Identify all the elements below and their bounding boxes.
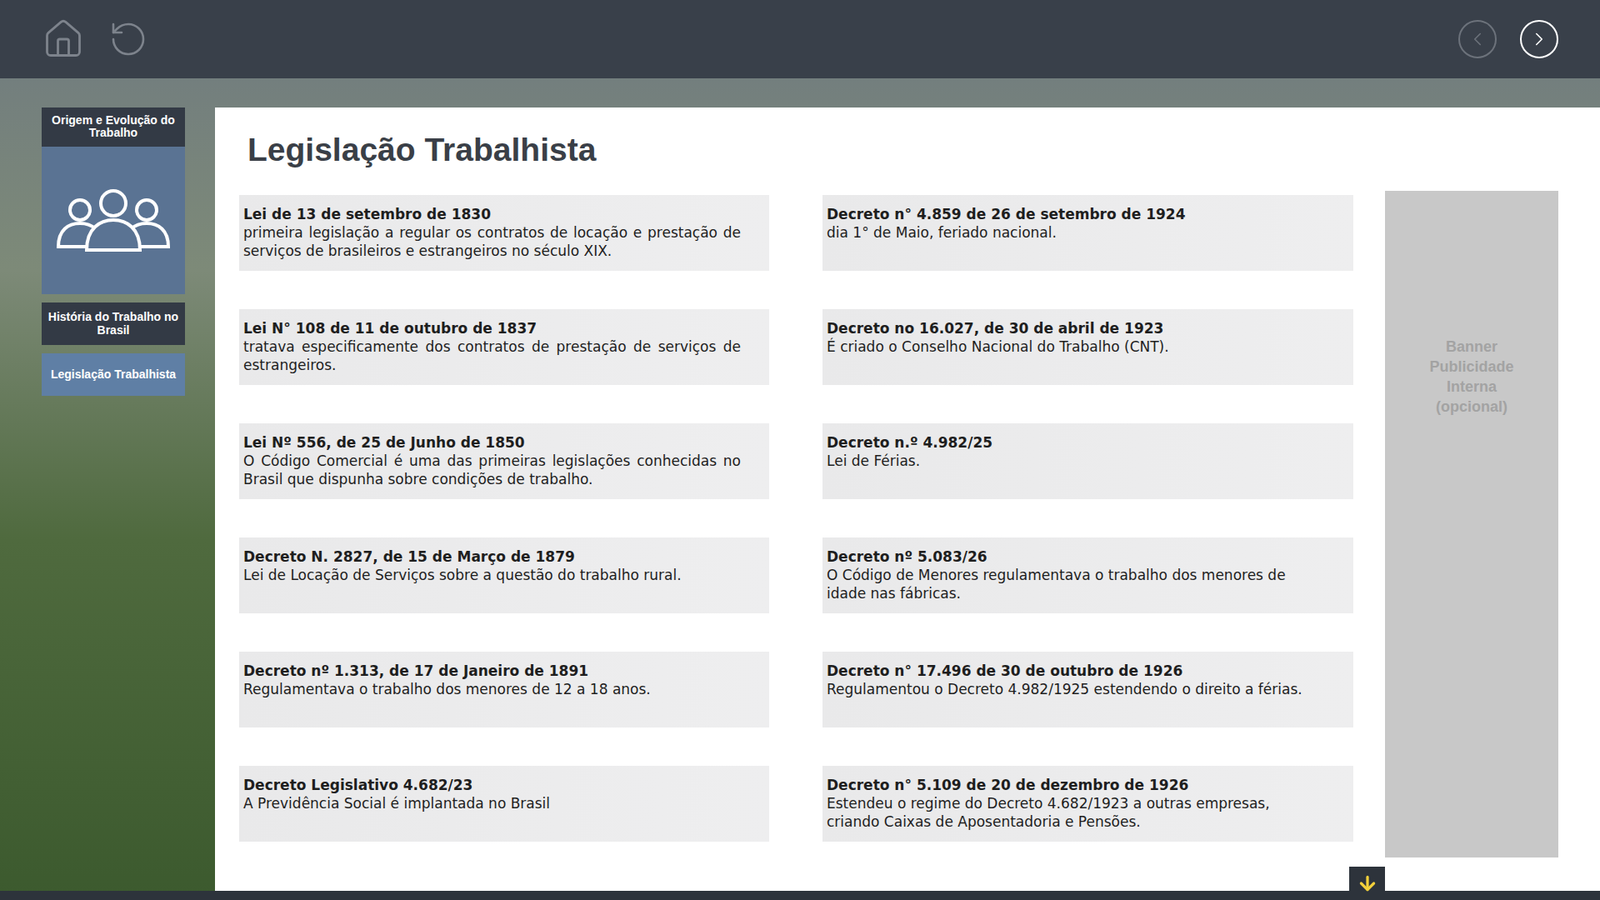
law-title: Decreto n.º 4.982/25 bbox=[826, 433, 1325, 452]
law-card: Lei Nº 556, de 25 de Junho de 1850O Códi… bbox=[239, 423, 770, 500]
sidebar-image bbox=[41, 146, 185, 295]
sidebar-item[interactable]: História do Trabalho no Brasil bbox=[41, 302, 185, 345]
main: Legislação Trabalhista Lei de 13 de setem… bbox=[215, 78, 1600, 891]
law-card: Decreto n° 5.109 de 20 de dezembro de 19… bbox=[822, 765, 1354, 842]
law-text: A Previdência Social é implantada no Bra… bbox=[243, 794, 741, 813]
toolbar-left bbox=[41, 17, 149, 61]
home-button[interactable] bbox=[41, 17, 85, 61]
law-card: Decreto no 16.027, de 30 de abril de 192… bbox=[822, 309, 1354, 385]
body: Origem e Evolução do Trabalho História do… bbox=[0, 78, 1600, 891]
page-title: Legislação Trabalhista bbox=[247, 130, 1600, 170]
content-row: Lei de 13 de setembro de 1830primeira le… bbox=[239, 190, 1600, 858]
law-card: Decreto n° 4.859 de 26 de setembro de 19… bbox=[822, 195, 1354, 271]
restart-icon bbox=[108, 19, 149, 60]
law-title: Decreto nº 5.083/26 bbox=[826, 547, 1325, 566]
next-button[interactable] bbox=[1520, 20, 1559, 59]
scroll-down-button[interactable] bbox=[1349, 866, 1385, 900]
chevron-left-icon bbox=[1466, 28, 1489, 50]
law-title: Decreto N. 2827, de 15 de Março de 1879 bbox=[243, 547, 741, 566]
law-title: Decreto n° 4.859 de 26 de setembro de 19… bbox=[826, 205, 1325, 224]
law-text: Lei de Férias. bbox=[826, 451, 1325, 470]
law-card: Lei N° 108 de 11 de outubro de 1837trata… bbox=[239, 309, 770, 385]
law-card: Decreto nº 5.083/26O Código de Menores r… bbox=[822, 537, 1354, 614]
law-text: dia 1° de Maio, feriado nacional. bbox=[826, 223, 1325, 242]
law-card: Decreto nº 1.313, de 17 de Janeiro de 18… bbox=[239, 651, 770, 728]
top-bar bbox=[0, 0, 1600, 79]
toolbar-right bbox=[1458, 20, 1559, 59]
law-title: Decreto n° 5.109 de 20 de dezembro de 19… bbox=[826, 775, 1325, 795]
chevron-right-icon bbox=[1528, 28, 1550, 50]
law-title: Decreto n° 17.496 de 30 de outubro de 19… bbox=[826, 661, 1325, 680]
law-text: O Código Comercial é uma das primeiras l… bbox=[243, 451, 741, 489]
law-columns: Lei de 13 de setembro de 1830primeira le… bbox=[239, 190, 1354, 842]
law-title: Decreto nº 1.313, de 17 de Janeiro de 18… bbox=[243, 661, 741, 680]
law-card: Lei de 13 de setembro de 1830primeira le… bbox=[239, 195, 770, 271]
law-title: Decreto Legislativo 4.682/23 bbox=[243, 775, 741, 795]
people-icon bbox=[53, 186, 174, 254]
law-card: Decreto Legislativo 4.682/23A Previdênci… bbox=[239, 765, 770, 842]
law-text: Lei de Locação de Serviços sobre a quest… bbox=[243, 565, 741, 585]
banner-text: Banner Publicidade Interna (opcional) bbox=[1425, 336, 1518, 858]
law-title: Decreto no 16.027, de 30 de abril de 192… bbox=[826, 319, 1325, 338]
previous-button[interactable] bbox=[1458, 20, 1497, 59]
sidebar-header: Origem e Evolução do Trabalho bbox=[41, 107, 185, 147]
law-title: Lei de 13 de setembro de 1830 bbox=[243, 205, 741, 224]
content-panel: Legislação Trabalhista Lei de 13 de setem… bbox=[215, 107, 1600, 891]
law-title: Lei N° 108 de 11 de outubro de 1837 bbox=[243, 319, 741, 338]
law-card: Decreto N. 2827, de 15 de Março de 1879L… bbox=[239, 537, 770, 614]
home-icon bbox=[41, 17, 85, 61]
law-card: Decreto n° 17.496 de 30 de outubro de 19… bbox=[822, 651, 1354, 728]
arrow-down-icon bbox=[1356, 872, 1379, 895]
law-text: Regulamentou o Decreto 4.982/1925 estend… bbox=[826, 680, 1325, 699]
banner: Banner Publicidade Interna (opcional) bbox=[1385, 190, 1559, 858]
law-text: primeira legislação a regular os contrat… bbox=[243, 223, 741, 260]
law-text: O Código de Menores regulamentava o trab… bbox=[826, 565, 1325, 603]
screen: Origem e Evolução do Trabalho História do… bbox=[0, 0, 1600, 900]
law-card: Decreto n.º 4.982/25Lei de Férias. bbox=[822, 423, 1354, 500]
law-text: Estendeu o regime do Decreto 4.682/1923 … bbox=[826, 794, 1325, 831]
law-title: Lei Nº 556, de 25 de Junho de 1850 bbox=[243, 433, 741, 452]
law-text: É criado o Conselho Nacional do Trabalho… bbox=[826, 337, 1325, 356]
law-text: Regulamentava o trabalho dos menores de … bbox=[243, 680, 741, 699]
law-column: Decreto n° 4.859 de 26 de setembro de 19… bbox=[822, 195, 1354, 842]
sidebar: Origem e Evolução do Trabalho História do… bbox=[0, 78, 215, 891]
sidebar-item[interactable]: Legislação Trabalhista bbox=[41, 353, 185, 396]
law-column: Lei de 13 de setembro de 1830primeira le… bbox=[239, 195, 770, 842]
restart-button[interactable] bbox=[108, 19, 149, 60]
law-text: tratava especificamente dos contratos de… bbox=[243, 337, 741, 375]
